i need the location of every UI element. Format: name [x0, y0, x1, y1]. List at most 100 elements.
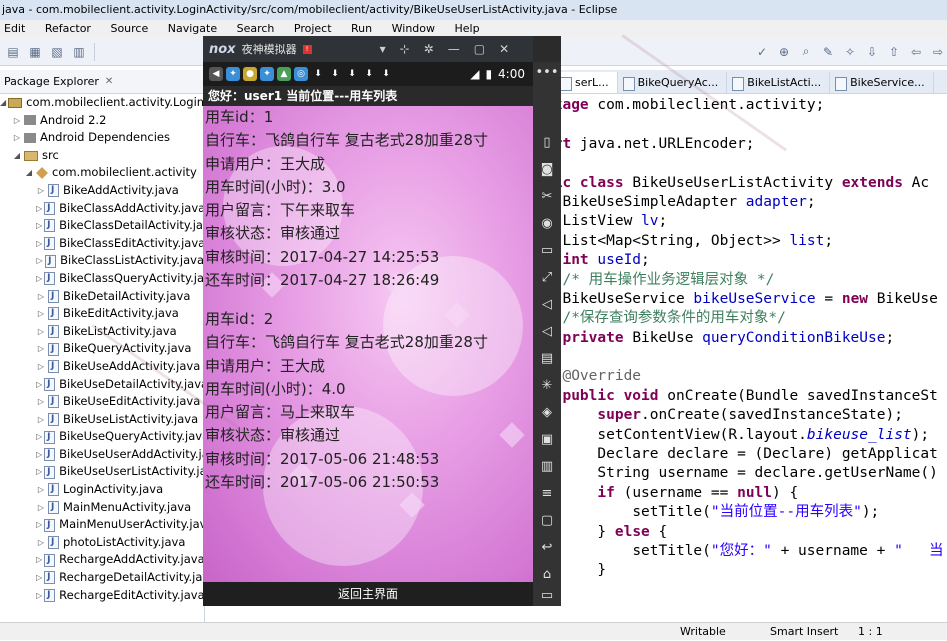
close-icon[interactable]: ✕ — [105, 76, 113, 87]
keyboard-icon[interactable]: ▭ — [533, 240, 561, 262]
pin-icon[interactable]: ⊹ — [400, 42, 410, 56]
java-file-item[interactable]: ▷ BikeDetailActivity.java — [0, 288, 204, 306]
expand-arrow-icon[interactable]: ▷ — [36, 323, 46, 341]
java-file-item[interactable]: ▷ MainMenuActivity.java — [0, 499, 204, 517]
notification-badge[interactable]: ! — [302, 44, 312, 54]
menu-icon[interactable]: ≡ — [533, 483, 561, 505]
location-icon[interactable]: ◉ — [533, 213, 561, 235]
expand-arrow-icon[interactable]: ▷ — [36, 534, 46, 552]
save-all-icon[interactable]: ▧ — [48, 43, 66, 61]
editor-tab-current[interactable]: serL... — [555, 72, 618, 93]
prev-annotation-icon[interactable]: ⇧ — [885, 43, 903, 61]
expand-arrow-icon[interactable]: ▷ — [36, 217, 42, 235]
tree-src[interactable]: ◢ src — [0, 147, 204, 165]
bike-use-list[interactable]: 用车id：1 自行车：飞鸽自行车 复古老式28加重28寸 申请用户：王大成 用车… — [203, 106, 533, 582]
expand-arrow-icon[interactable]: ▷ — [36, 305, 46, 323]
menu-edit[interactable]: Edit — [4, 20, 25, 38]
new-icon[interactable]: ▤ — [4, 43, 22, 61]
close-icon[interactable]: ✕ — [499, 42, 509, 56]
expand-arrow-icon[interactable]: ▷ — [36, 569, 42, 587]
expand-arrow-icon[interactable]: ▷ — [36, 288, 46, 306]
expand-arrow-icon[interactable]: ▷ — [36, 463, 42, 481]
java-file-item[interactable]: ▷ BikeClassQueryActivity.java — [0, 270, 204, 288]
next-annotation-icon[interactable]: ⇩ — [863, 43, 881, 61]
java-file-item[interactable]: ▷ BikeClassAddActivity.java — [0, 200, 204, 218]
java-file-item[interactable]: ▷ BikeListActivity.java — [0, 323, 204, 341]
print-icon[interactable]: ▥ — [70, 43, 88, 61]
expand-arrow-icon[interactable]: ▷ — [36, 235, 42, 253]
screenshot-icon[interactable]: ▣ — [533, 429, 561, 451]
expand-arrow-icon[interactable]: ▷ — [36, 428, 42, 446]
overlay-icon[interactable]: ▢ — [533, 510, 561, 532]
volume-up-icon[interactable]: ◁ — [533, 294, 561, 316]
recent-apps-icon[interactable]: ▭ — [533, 585, 561, 607]
menu-source[interactable]: Source — [110, 20, 148, 38]
back-to-main-button[interactable]: 返回主界面 — [203, 582, 533, 606]
annotation-icon[interactable]: ✧ — [841, 43, 859, 61]
expand-arrow-icon[interactable]: ▷ — [36, 499, 46, 517]
java-file-item[interactable]: ▷ LoginActivity.java — [0, 481, 204, 499]
install-apk-icon[interactable]: ▤ — [533, 348, 561, 370]
java-file-item[interactable]: ▷ BikeUseQueryActivity.java — [0, 428, 204, 447]
java-file-item[interactable]: ▷ RechargeEditActivity.java — [0, 587, 204, 605]
java-file-item[interactable]: ▷ BikeClassEditActivity.java — [0, 235, 204, 253]
expand-arrow-icon[interactable]: ▷ — [36, 393, 46, 411]
expand-arrow-icon[interactable]: ▷ — [36, 200, 42, 218]
expand-arrow-icon[interactable]: ▷ — [36, 270, 42, 288]
editor-tab-bikequery[interactable]: BikeQueryAc... — [618, 72, 728, 93]
maximize-icon[interactable]: ▢ — [474, 42, 485, 56]
shake-icon[interactable]: ✳ — [533, 375, 561, 397]
java-file-item[interactable]: ▷ BikeQueryActivity.java — [0, 340, 204, 359]
expand-arrow-icon[interactable]: ▷ — [36, 252, 43, 270]
java-file-item[interactable]: ▷ BikeUseAddActivity.java — [0, 358, 204, 376]
volume-down-icon[interactable]: ◁ — [533, 321, 561, 343]
java-file-item[interactable]: ▷ BikeAddActivity.java — [0, 182, 204, 200]
expand-arrow-icon[interactable]: ▷ — [36, 587, 42, 605]
tree-android-lib[interactable]: ▷ Android 2.2 — [0, 112, 204, 130]
collapse-arrow-icon[interactable]: ◢ — [24, 164, 34, 182]
multi-instance-icon[interactable]: ▥ — [533, 456, 561, 478]
list-item[interactable]: 用车id：2 自行车：飞鸽自行车 复古老式28加重28寸 申请用户：王大成 用车… — [203, 308, 533, 494]
java-file-item[interactable]: ▷ BikeUseDetailActivity.java — [0, 376, 204, 394]
search-icon[interactable]: ⌕ — [797, 43, 815, 61]
tree-project[interactable]: ◢ com.mobileclient.activity.LoginActivit… — [0, 94, 204, 112]
java-file-item[interactable]: ▷ BikeUseUserListActivity.java — [0, 463, 204, 482]
settings-icon[interactable]: ✲ — [424, 42, 434, 56]
save-icon[interactable]: ▦ — [26, 43, 44, 61]
collapse-arrow-icon[interactable]: ◢ — [0, 94, 6, 112]
back-icon[interactable]: ↩ — [533, 537, 561, 559]
java-file-item[interactable]: ▷ BikeUseEditActivity.java — [0, 393, 204, 411]
expand-arrow-icon[interactable]: ▷ — [36, 340, 46, 358]
package-explorer-tab[interactable]: Package Explorer ✕ — [4, 75, 113, 88]
java-file-item[interactable]: ▷ BikeUseUserAddActivity.java — [0, 446, 204, 464]
forward-icon[interactable]: ⇨ — [929, 43, 947, 61]
tree-android-deps[interactable]: ▷ Android Dependencies — [0, 129, 204, 147]
expand-arrow-icon[interactable]: ▷ — [36, 516, 42, 534]
java-file-item[interactable]: ▷ MainMenuUserActivity.java — [0, 516, 204, 535]
insert-mode-status[interactable]: Smart Insert — [770, 623, 838, 641]
scissors-icon[interactable]: ✂ — [533, 186, 561, 208]
expand-arrow-icon[interactable]: ▷ — [12, 129, 22, 147]
minimize-icon[interactable]: — — [448, 42, 460, 56]
dropdown-icon[interactable]: ▾ — [380, 42, 386, 56]
expand-arrow-icon[interactable]: ▷ — [36, 411, 46, 429]
menu-dots-icon[interactable]: ••• — [533, 62, 561, 84]
expand-arrow-icon[interactable]: ▷ — [36, 376, 42, 394]
tree-package[interactable]: ◢ com.mobileclient.activity — [0, 164, 204, 182]
java-file-item[interactable]: ▷ BikeUseListActivity.java — [0, 411, 204, 429]
expand-arrow-icon[interactable]: ▷ — [36, 551, 42, 569]
expand-arrow-icon[interactable]: ▷ — [36, 182, 46, 200]
expand-arrow-icon[interactable]: ▷ — [36, 358, 46, 376]
java-file-item[interactable]: ▷ RechargeDetailActivity.java — [0, 569, 204, 587]
home-icon[interactable]: ⌂ — [533, 564, 561, 586]
expand-arrow-icon[interactable]: ▷ — [36, 446, 42, 464]
robot-icon[interactable]: ◙ — [533, 159, 561, 181]
highlight-icon[interactable]: ✎ — [819, 43, 837, 61]
editor-tab-bikelist[interactable]: BikeListActi... — [727, 72, 831, 93]
expand-arrow-icon[interactable]: ▷ — [12, 112, 22, 130]
java-file-item[interactable]: ▷ BikeClassListActivity.java — [0, 252, 204, 271]
editor-tab-bikeservice[interactable]: BikeService... — [830, 72, 934, 93]
code-area[interactable]: ckage com.mobileclient.activity; ort jav… — [545, 96, 947, 581]
java-file-item[interactable]: ▷ BikeEditActivity.java — [0, 305, 204, 323]
collapse-arrow-icon[interactable]: ◢ — [12, 147, 22, 165]
